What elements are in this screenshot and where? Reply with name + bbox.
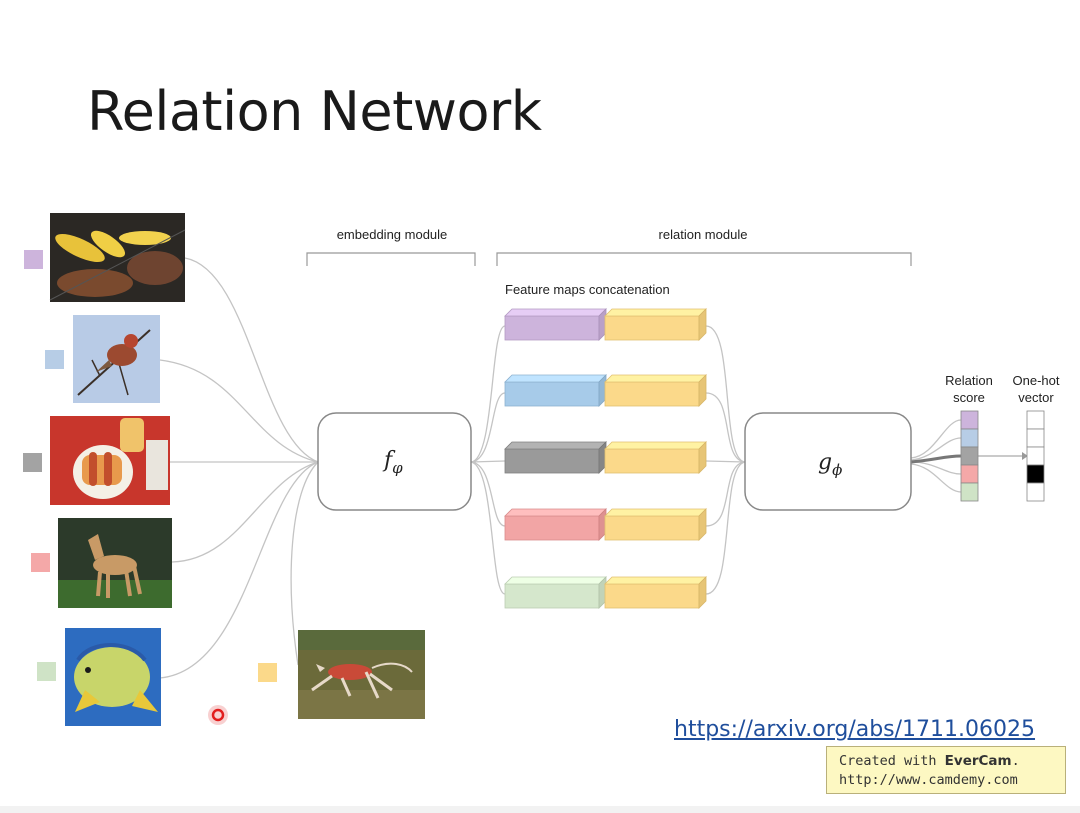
sample-image-hotdog bbox=[50, 416, 170, 505]
feature-map-pairs bbox=[504, 308, 707, 609]
sample-swatch bbox=[37, 662, 56, 681]
sample-image-bird bbox=[73, 315, 160, 403]
relation-score-cell bbox=[960, 410, 979, 430]
sample-swatch bbox=[31, 553, 50, 572]
relation-score-cell bbox=[960, 428, 979, 448]
support-feature-block bbox=[504, 576, 607, 609]
sample-image-fish bbox=[65, 628, 161, 726]
query-feature-block bbox=[604, 576, 707, 609]
watermark-url[interactable]: http://www.camdemy.com bbox=[839, 771, 1065, 790]
support-feature-block bbox=[504, 374, 607, 407]
support-feature-block bbox=[504, 508, 607, 541]
query-feature-block bbox=[604, 308, 707, 341]
one-hot-label-line2: vector bbox=[1018, 390, 1054, 405]
one-hot-label-line1: One-hot bbox=[1013, 373, 1060, 388]
query-image-dog bbox=[298, 630, 425, 719]
embedding-module-bracket bbox=[306, 252, 476, 266]
one-hot-cell bbox=[1026, 464, 1045, 484]
relation-score-column bbox=[960, 410, 979, 502]
support-feature-block bbox=[504, 308, 607, 341]
one-hot-cell bbox=[1026, 428, 1045, 448]
one-hot-vector bbox=[1026, 410, 1045, 502]
sample-image-food bbox=[49, 213, 186, 302]
one-hot-cell bbox=[1026, 410, 1045, 430]
feature-maps-label: Feature maps concatenation bbox=[505, 282, 670, 297]
embedding-module-label: embedding module bbox=[337, 227, 448, 242]
query-feature-block bbox=[604, 441, 707, 474]
relation-module-label: relation module bbox=[659, 227, 748, 242]
paper-link[interactable]: https://arxiv.org/abs/1711.06025 bbox=[674, 717, 1035, 742]
support-feature-block bbox=[504, 441, 607, 474]
relation-score-cell bbox=[960, 446, 979, 466]
one-hot-cell bbox=[1026, 446, 1045, 466]
relation-score-cell bbox=[960, 482, 979, 502]
sample-swatch bbox=[23, 453, 42, 472]
one-hot-cell bbox=[1026, 482, 1045, 502]
sample-swatch bbox=[24, 250, 43, 269]
relation-module-bracket bbox=[496, 252, 912, 266]
sample-swatch bbox=[45, 350, 64, 369]
query-feature-block bbox=[604, 508, 707, 541]
relation-score-cell bbox=[960, 464, 979, 484]
cursor-highlight-icon bbox=[208, 705, 228, 725]
query-feature-block bbox=[604, 374, 707, 407]
query-swatch bbox=[258, 663, 277, 682]
evercam-watermark: Created with EverCam. http://www.camdemy… bbox=[826, 746, 1066, 794]
relation-score-label-line1: Relation bbox=[945, 373, 993, 388]
relation-score-label-line2: score bbox=[953, 390, 985, 405]
sample-image-dog bbox=[58, 518, 172, 608]
bottom-bar bbox=[0, 806, 1080, 813]
watermark-line1: Created with EverCam. bbox=[839, 753, 1020, 769]
relation-network-diagram: embedding module relation module Feature… bbox=[23, 213, 1060, 726]
